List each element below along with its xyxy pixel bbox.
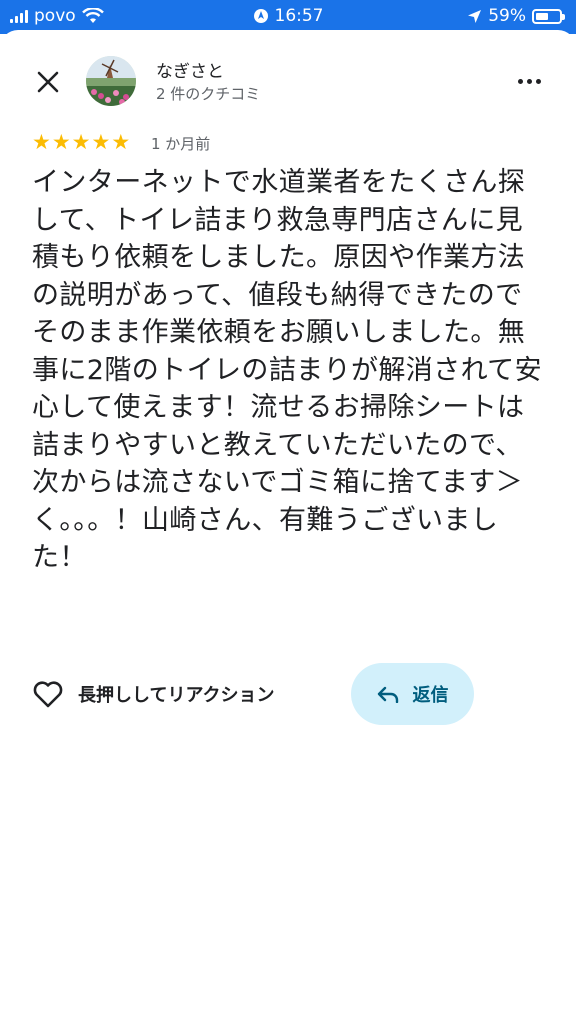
reviewer-review-count: 2 件のクチコミ [156, 85, 261, 103]
review-sheet: なぎさと 2 件のクチコミ ★ ★ ★ ★ ★ 1 か月前 インターネットで水道… [0, 30, 576, 1024]
star-rating: ★ ★ ★ ★ ★ [32, 130, 130, 154]
star-icon: ★ [51, 130, 71, 154]
heart-icon [33, 681, 63, 708]
reply-label: 返信 [412, 685, 449, 706]
close-button[interactable] [30, 64, 66, 100]
more-dot-icon [535, 78, 541, 84]
reaction-button[interactable]: 長押ししてリアクション [32, 676, 275, 712]
status-bar: povo 16:57 59% [0, 0, 576, 34]
close-icon [37, 71, 59, 93]
battery-group: 59% [467, 6, 565, 26]
location-circle-icon [253, 9, 268, 23]
more-dot-icon [526, 78, 532, 84]
star-icon: ★ [91, 130, 111, 154]
star-icon: ★ [71, 130, 91, 154]
review-text: インターネットで水道業者をたくさん探して、トイレ詰まり救急専門店さんに見積もり依… [32, 167, 542, 573]
reply-arrow-icon [377, 686, 398, 703]
star-icon: ★ [32, 130, 51, 154]
location-arrow-icon [468, 9, 482, 23]
avatar-image [86, 56, 136, 106]
avatar[interactable] [86, 56, 136, 106]
reply-button[interactable]: 返信 [351, 663, 474, 725]
more-options-button[interactable] [514, 66, 544, 96]
clock: 16:57 [274, 6, 324, 26]
review-time: 1 か月前 [151, 135, 211, 153]
reviewer-name[interactable]: なぎさと [156, 57, 224, 82]
battery-icon [532, 8, 565, 24]
star-icon: ★ [111, 130, 131, 154]
battery-percent: 59% [488, 6, 526, 26]
more-dot-icon [517, 78, 523, 84]
reaction-label: 長押ししてリアクション [78, 685, 275, 706]
